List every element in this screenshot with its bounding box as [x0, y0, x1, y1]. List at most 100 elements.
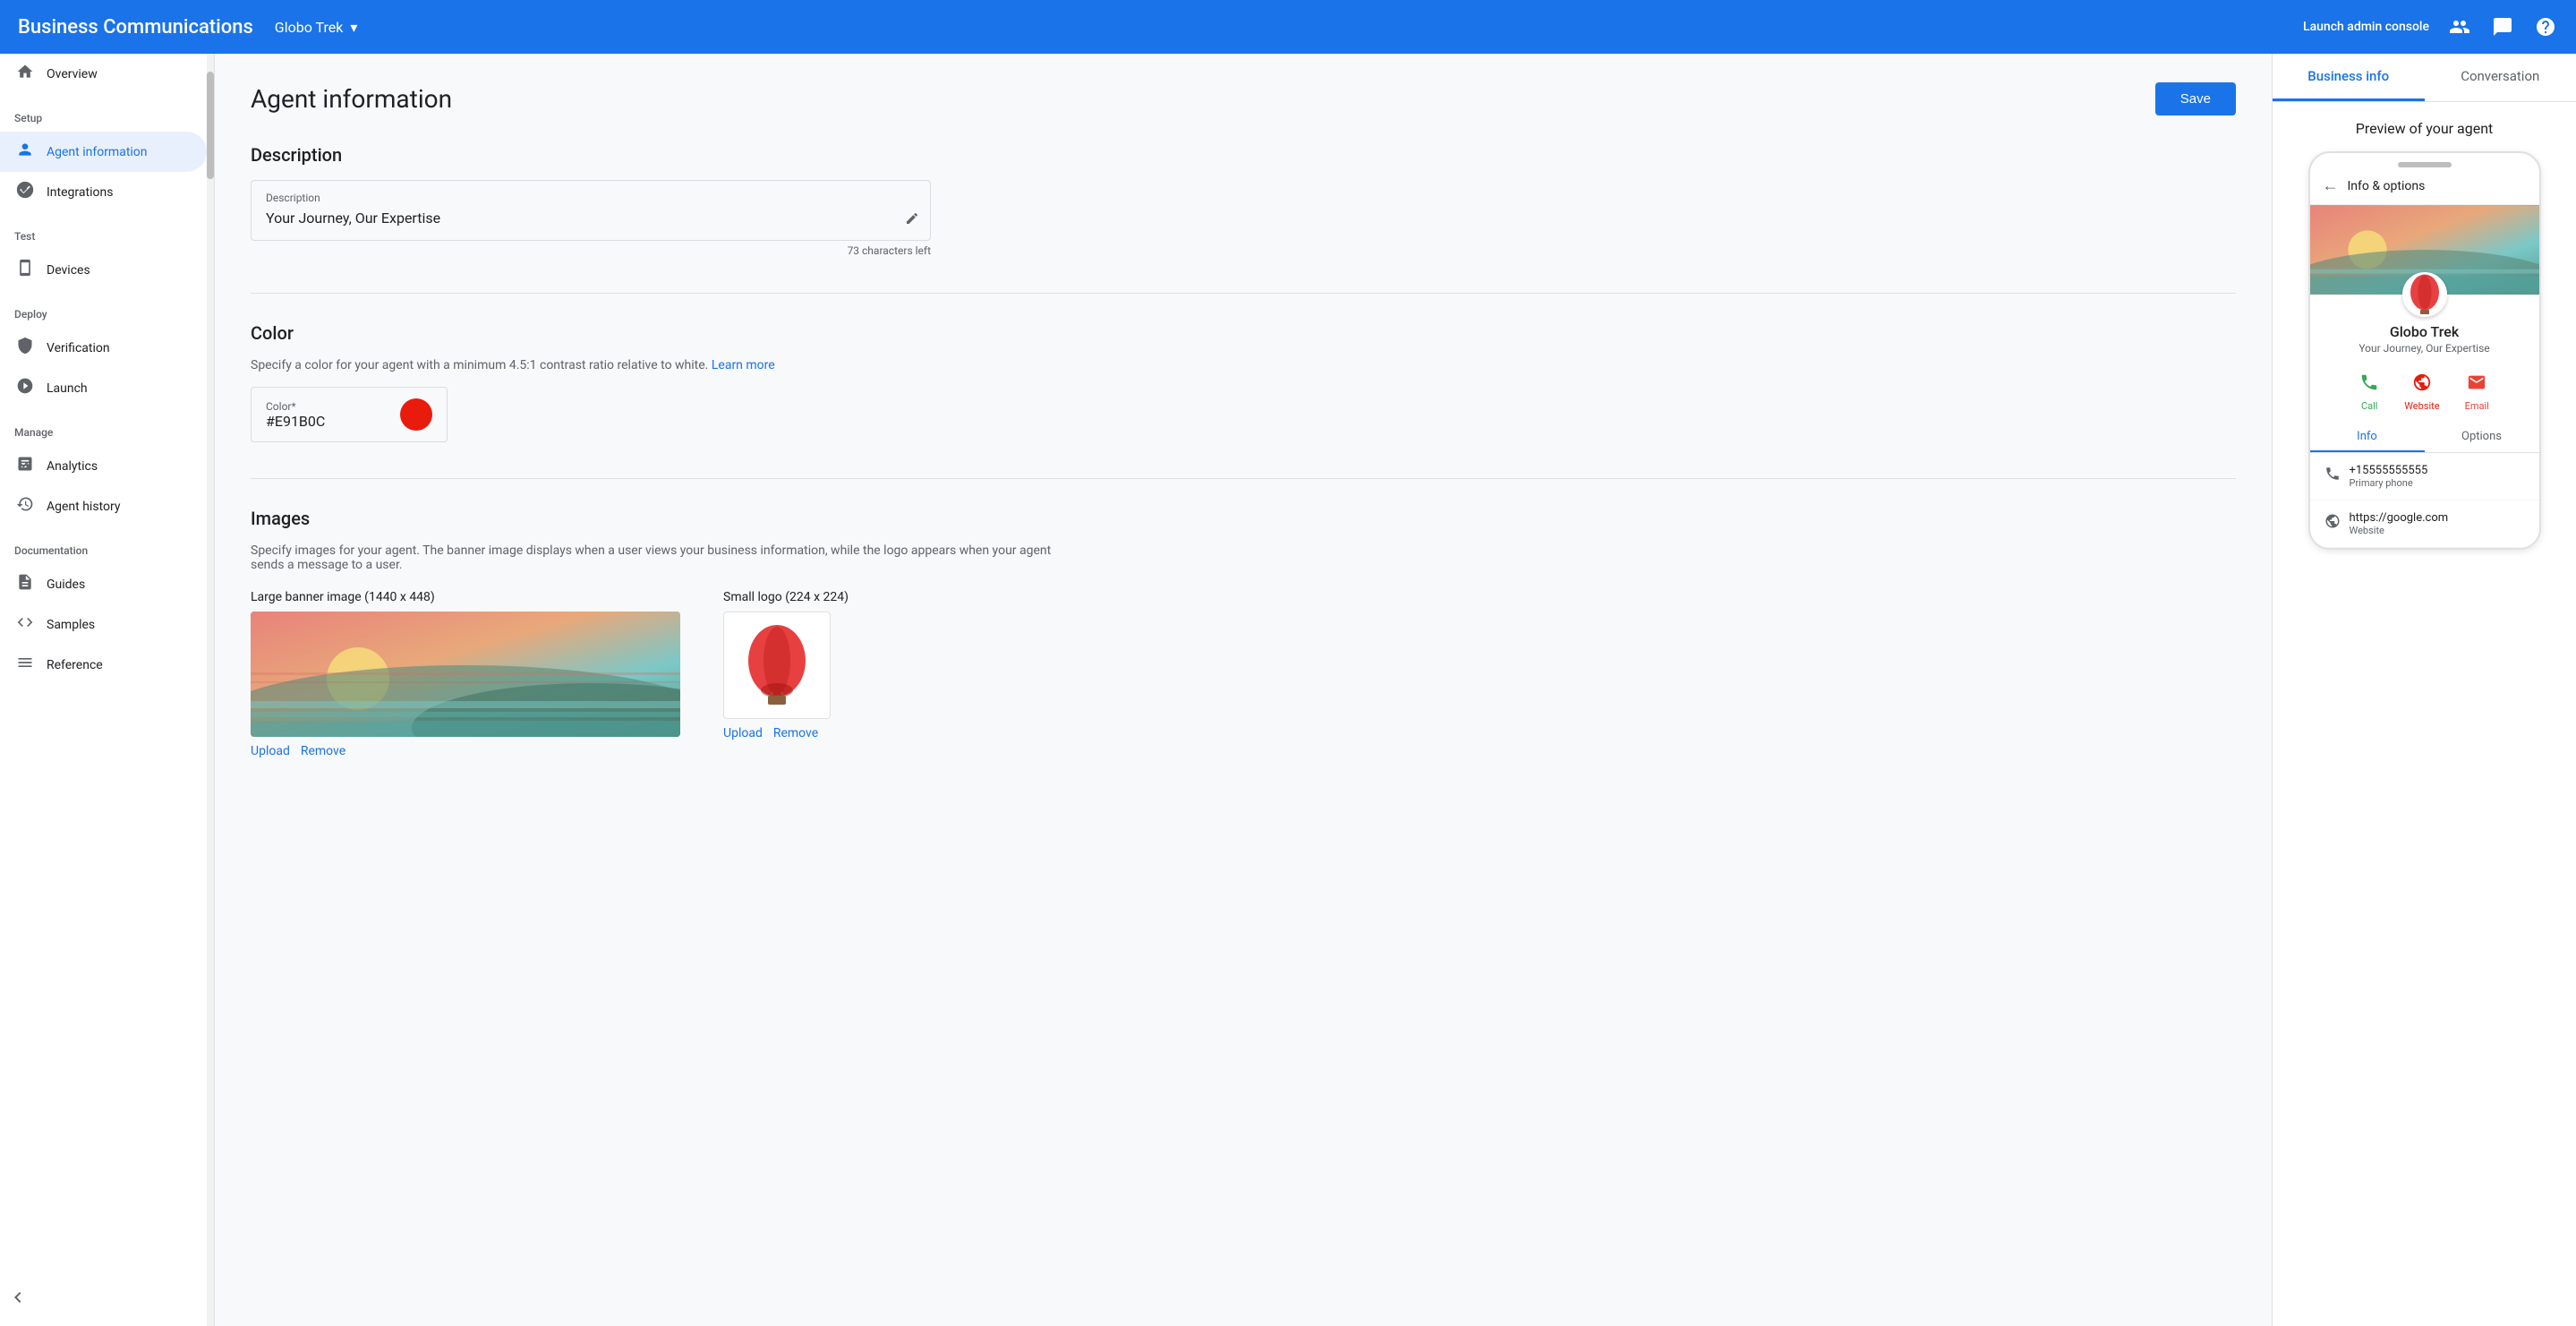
sidebar-item-reference[interactable]: Reference	[0, 645, 207, 685]
tab-business-info[interactable]: Business info	[2273, 54, 2425, 101]
sidebar-item-guides[interactable]: Guides	[0, 564, 207, 604]
color-section: Color Specify a color for your agent wit…	[251, 322, 2236, 442]
tab-conversation[interactable]: Conversation	[2425, 54, 2576, 101]
sidebar-item-samples[interactable]: Samples	[0, 604, 207, 645]
phone-action-website-label: Website	[2404, 400, 2439, 412]
sidebar-label-guides: Guides	[47, 577, 85, 592]
person-icon	[14, 141, 36, 163]
phone-row-website-value: https://google.com	[2350, 511, 2449, 525]
save-button[interactable]: Save	[2155, 82, 2236, 115]
sidebar-label-overview: Overview	[47, 67, 98, 81]
images-section-desc: Specify images for your agent. The banne…	[251, 543, 1056, 572]
phone-topbar: ← Info & options	[2310, 167, 2539, 205]
main-content: Agent information Save Description Descr…	[215, 54, 2272, 1326]
phone-info-row-website: https://google.com Website	[2310, 500, 2539, 548]
help-icon[interactable]	[2533, 14, 2558, 39]
description-field-value[interactable]: Your Journey, Our Expertise	[266, 208, 916, 229]
phone-row-website-label: Website	[2350, 525, 2449, 536]
phone-action-website[interactable]: Website	[2404, 372, 2439, 412]
phone-action-email[interactable]: Email	[2465, 372, 2489, 412]
images-section-title: Images	[251, 508, 2236, 529]
history-icon	[14, 495, 36, 518]
home-icon	[14, 63, 36, 85]
sidebar-section-deploy: Deploy	[0, 290, 214, 328]
color-swatch[interactable]	[400, 398, 432, 431]
logo-block: Small logo (224 x 224)	[723, 590, 849, 740]
sidebar-label-samples: Samples	[47, 618, 95, 632]
phone-actions: Call Website Email	[2310, 365, 2539, 423]
banner-preview	[251, 612, 680, 737]
sidebar-label-launch: Launch	[47, 381, 88, 396]
back-arrow-icon[interactable]: ←	[2323, 176, 2339, 195]
layout: Overview Setup Agent information Integra…	[0, 54, 2576, 1326]
color-section-desc: Specify a color for your agent with a mi…	[251, 358, 2236, 372]
sidebar-section-setup: Setup	[0, 94, 214, 132]
phone-row-phone-value: +15555555555	[2350, 464, 2428, 477]
logo-upload-link[interactable]: Upload	[723, 726, 763, 740]
color-field[interactable]: Color* #E91B0C	[251, 387, 448, 442]
sidebar: Overview Setup Agent information Integra…	[0, 54, 215, 1326]
page-title: Agent information	[251, 84, 452, 114]
code-icon	[14, 613, 36, 636]
banner-upload-link[interactable]: Upload	[251, 744, 290, 758]
analytics-icon	[14, 455, 36, 477]
sidebar-item-agent-history[interactable]: Agent history	[0, 486, 207, 526]
sidebar-item-analytics[interactable]: Analytics	[0, 446, 207, 486]
learn-more-link[interactable]: Learn more	[712, 358, 775, 372]
sidebar-label-integrations: Integrations	[47, 185, 113, 200]
sidebar-collapse-button[interactable]	[7, 1287, 29, 1312]
sidebar-label-verification: Verification	[47, 341, 110, 355]
header-right: Launch admin console	[2303, 14, 2558, 39]
phone-mockup: ← Info & options	[2308, 151, 2541, 550]
phone-tab-info[interactable]: Info	[2310, 423, 2425, 452]
banner-remove-link[interactable]: Remove	[301, 744, 345, 758]
sidebar-label-devices: Devices	[47, 263, 90, 278]
sidebar-section-test: Test	[0, 212, 214, 250]
phone-row-phone-icon	[2324, 466, 2341, 486]
email-icon	[2467, 372, 2486, 397]
images-section: Images Specify images for your agent. Th…	[251, 508, 2236, 758]
sidebar-item-overview[interactable]: Overview	[0, 54, 207, 94]
description-field[interactable]: Description Your Journey, Our Expertise	[251, 180, 931, 241]
launch-admin-link[interactable]: Launch admin console	[2303, 20, 2429, 34]
phone-icon	[14, 259, 36, 281]
reference-icon	[14, 654, 36, 676]
phone-action-call-label: Call	[2361, 400, 2378, 412]
phone-screen: ← Info & options	[2310, 167, 2539, 548]
phone-row-phone-label: Primary phone	[2350, 477, 2428, 489]
sidebar-item-agent-information[interactable]: Agent information	[0, 132, 207, 172]
sidebar-label-agent-information: Agent information	[47, 145, 148, 159]
sidebar-label-reference: Reference	[47, 658, 103, 672]
sidebar-item-devices[interactable]: Devices	[0, 250, 207, 290]
logo-remove-link[interactable]: Remove	[773, 726, 818, 740]
brand-dropdown-icon: ▾	[350, 19, 357, 36]
color-field-value[interactable]: #E91B0C	[266, 413, 325, 430]
chat-icon[interactable]	[2490, 14, 2515, 39]
banner-actions: Upload Remove	[251, 744, 680, 758]
phone-logo-circle	[2402, 272, 2447, 317]
app-title: Business Communications	[18, 16, 253, 38]
logo-actions: Upload Remove	[723, 726, 849, 740]
sidebar-section-manage: Manage	[0, 408, 214, 446]
launch-icon	[14, 377, 36, 399]
brand-selector[interactable]: Globo Trek ▾	[275, 19, 358, 36]
panel-tabs: Business info Conversation	[2273, 54, 2576, 102]
sidebar-item-integrations[interactable]: Integrations	[0, 172, 207, 212]
people-icon[interactable]	[2447, 14, 2472, 39]
page-header: Agent information Save	[251, 82, 2236, 115]
sidebar-item-verification[interactable]: Verification	[0, 328, 207, 368]
phone-tab-options[interactable]: Options	[2425, 423, 2539, 452]
logo-label: Small logo (224 x 224)	[723, 590, 849, 604]
banner-label: Large banner image (1440 x 448)	[251, 590, 680, 604]
phone-action-call[interactable]: Call	[2359, 372, 2379, 412]
website-icon	[2412, 372, 2432, 397]
logo-preview	[723, 612, 831, 719]
divider-2	[251, 478, 2236, 479]
color-section-title: Color	[251, 322, 2236, 344]
phone-topbar-label: Info & options	[2348, 179, 2426, 193]
edit-icon[interactable]	[905, 211, 919, 229]
sidebar-item-launch[interactable]: Launch	[0, 368, 207, 408]
call-icon	[2359, 372, 2379, 397]
sidebar-scrollthumb[interactable]	[207, 72, 214, 179]
guides-icon	[14, 573, 36, 595]
